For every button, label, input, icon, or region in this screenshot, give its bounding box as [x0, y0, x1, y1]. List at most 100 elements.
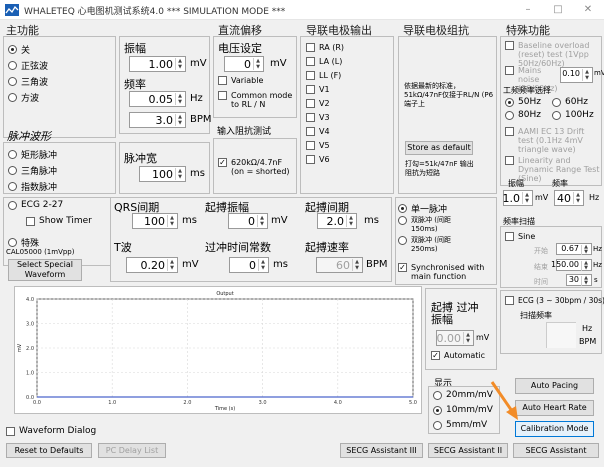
radio-double-250[interactable]: 双脉冲 (间距250ms): [398, 236, 463, 254]
sweep-start-label: 开始: [534, 247, 548, 255]
maximize-button[interactable]: □: [544, 2, 572, 18]
sweep-end-spin-icon[interactable]: ▲ ▼: [581, 261, 590, 271]
radio-ecg227[interactable]: ECG 2-27: [8, 200, 63, 210]
lead-v2-checkbox[interactable]: V2: [306, 99, 330, 108]
mains-noise-value: 0.10: [562, 69, 580, 78]
reset-defaults-button[interactable]: Reset to Defaults: [6, 443, 92, 458]
show-timer-checkbox[interactable]: Show Timer: [26, 217, 92, 226]
linearity-freq-spin-icon[interactable]: ▲ ▼: [573, 192, 582, 204]
t-wave-spin-icon[interactable]: ▲ ▼: [167, 259, 176, 271]
lead-v6-checkbox[interactable]: V6: [306, 155, 330, 164]
t-wave-stepper[interactable]: 0.20 ▲ ▼: [126, 257, 178, 273]
automatic-checkbox[interactable]: ✓ Automatic: [431, 351, 485, 360]
store-default-button[interactable]: Store as default: [405, 141, 473, 155]
lead-ll-checkbox[interactable]: LL (F): [306, 71, 341, 80]
radio-off[interactable]: 关: [8, 43, 30, 56]
impedance-checkbox[interactable]: ✓ 620kΩ/4.7nF (on = shorted): [218, 158, 294, 176]
amplitude-stepper[interactable]: 1.00 ▲ ▼: [129, 56, 186, 72]
linearity-freq-stepper[interactable]: 40 ▲ ▼: [554, 190, 584, 206]
pulse-width-spin-icon[interactable]: ▲ ▼: [175, 168, 184, 180]
common-mode-checkbox[interactable]: Common mode to RL / N: [218, 91, 296, 109]
radio-20mm[interactable]: 20mm/mV: [433, 390, 493, 400]
sweep-start-spin-icon[interactable]: ▲ ▼: [581, 245, 590, 255]
voltage-stepper[interactable]: 0 ▲ ▼: [224, 56, 264, 72]
radio-60hz[interactable]: 60Hz: [552, 97, 588, 107]
radio-square[interactable]: 方波: [8, 91, 39, 104]
sweep-sine-checkbox[interactable]: Sine: [505, 232, 535, 241]
synchronised-checkbox[interactable]: ✓ Synchronised with main function: [398, 263, 494, 281]
lead-la-checkbox[interactable]: LA (L): [306, 57, 342, 66]
qrs-spin-icon[interactable]: ▲ ▼: [167, 215, 176, 227]
radio-double-150[interactable]: 双脉冲 (间距150ms): [398, 216, 463, 234]
aami-checkbox[interactable]: AAMI EC 13 Drift test (0.1Hz 4mV triangl…: [505, 127, 600, 154]
calibration-mode-button[interactable]: Calibration Mode: [515, 421, 594, 437]
radio-exp-pulse[interactable]: 指数脉冲: [8, 180, 57, 193]
sweep-start-stepper[interactable]: 0.67 ▲ ▼: [556, 243, 592, 255]
secg-assistant-2-button[interactable]: SECG Assistant II: [428, 443, 508, 458]
amplitude-spin-icon[interactable]: ▲ ▼: [175, 58, 184, 70]
voltage-setting-label: 电压设定: [218, 42, 262, 55]
pc-delay-list-button[interactable]: PC Delay List: [98, 443, 166, 458]
radio-rect-pulse[interactable]: 矩形脉冲: [8, 148, 57, 161]
pace-rate-stepper[interactable]: 60 ▲ ▼: [316, 257, 363, 273]
baseline-box: [505, 41, 514, 50]
mains-noise-stepper[interactable]: 0.10 ▲ ▼: [560, 67, 593, 83]
radio-20mm-label: 20mm/mV: [446, 390, 493, 400]
minimize-button[interactable]: –: [514, 2, 542, 18]
lead-la-label: LA (L): [319, 57, 343, 66]
pace-interval-spin-icon[interactable]: ▲ ▼: [346, 215, 355, 227]
special-value-text: CAL05000 (1mVpp): [6, 248, 75, 256]
overshoot-spin-icon[interactable]: ▲ ▼: [463, 332, 472, 344]
overshoot-stepper[interactable]: 0.00 ▲ ▼: [436, 330, 474, 346]
voltage-spin-icon[interactable]: ▲ ▼: [253, 58, 262, 70]
bpm-spin-icon[interactable]: ▲ ▼: [175, 114, 184, 126]
radio-tri-pulse[interactable]: 三角脉冲: [8, 164, 57, 177]
qrs-value: 100: [144, 215, 165, 228]
pace-rate-spin-icon[interactable]: ▲ ▼: [352, 259, 361, 271]
pulse-width-stepper[interactable]: 100 ▲ ▼: [139, 166, 186, 182]
lead-v1-label: V1: [319, 85, 330, 94]
radio-triangle[interactable]: 三角波: [8, 75, 48, 88]
lead-v5-checkbox[interactable]: V5: [306, 141, 330, 150]
lead-v3-checkbox[interactable]: V3: [306, 113, 330, 122]
secg-assistant-3-button[interactable]: SECG Assistant III: [340, 443, 423, 458]
select-special-waveform-button[interactable]: Select Special Waveform: [8, 259, 82, 281]
sweep-end-stepper[interactable]: 150.00 ▲ ▼: [551, 259, 592, 271]
bpm-stepper[interactable]: 3.0 ▲ ▼: [129, 112, 186, 128]
secg-assistant-button[interactable]: SECG Assistant: [513, 443, 599, 458]
lead-v1-checkbox[interactable]: V1: [306, 85, 330, 94]
close-button[interactable]: ✕: [574, 2, 602, 18]
auto-pacing-button[interactable]: Auto Pacing: [515, 378, 594, 394]
radio-50hz[interactable]: 50Hz: [505, 97, 541, 107]
radio-square-dot: [8, 93, 17, 102]
sweep-time-stepper[interactable]: 30 ▲ ▼: [566, 274, 592, 286]
overshoot-time-spin-icon[interactable]: ▲ ▼: [258, 259, 267, 271]
radio-off-label: 关: [21, 46, 31, 56]
pace-interval-unit: ms: [364, 215, 379, 226]
linearity-amp-stepper[interactable]: 1.0 ▲ ▼: [503, 190, 533, 206]
waveform-dialog-checkbox[interactable]: Waveform Dialog: [6, 427, 96, 436]
radio-5mm[interactable]: 5mm/mV: [433, 420, 487, 430]
radio-80hz[interactable]: 80Hz: [505, 110, 541, 120]
linearity-amp-spin-icon[interactable]: ▲ ▼: [522, 192, 531, 204]
qrs-stepper[interactable]: 100 ▲ ▼: [132, 213, 178, 229]
radio-10mm[interactable]: 10mm/mV: [433, 405, 493, 415]
sweep-time-spin-icon[interactable]: ▲ ▼: [581, 276, 590, 286]
pace-amplitude-spin-icon[interactable]: ▲ ▼: [257, 215, 266, 227]
frequency-spin-icon[interactable]: ▲ ▼: [175, 93, 184, 105]
variable-checkbox[interactable]: Variable: [218, 76, 263, 85]
radio-100hz[interactable]: 100Hz: [552, 110, 594, 120]
baseline-checkbox[interactable]: Baseline overload (reset) test (1Vpp 50H…: [505, 41, 600, 68]
mains-noise-spin-icon[interactable]: ▲ ▼: [582, 69, 591, 81]
radio-sine[interactable]: 正弦波: [8, 59, 48, 72]
radio-single-pulse[interactable]: 单一脉冲: [398, 202, 447, 215]
pace-amplitude-stepper[interactable]: 0 ▲ ▼: [228, 213, 268, 229]
pace-amplitude-unit: mV: [271, 215, 288, 226]
auto-heart-rate-button[interactable]: Auto Heart Rate: [515, 400, 594, 416]
ecg-scan-checkbox[interactable]: ECG (3 ~ 30bpm / 30s): [505, 296, 604, 305]
frequency-stepper[interactable]: 0.05 ▲ ▼: [129, 91, 186, 107]
lead-v4-checkbox[interactable]: V4: [306, 127, 330, 136]
pace-interval-stepper[interactable]: 2.0 ▲ ▼: [317, 213, 357, 229]
lead-ra-checkbox[interactable]: RA (R): [306, 43, 344, 52]
overshoot-time-stepper[interactable]: 0 ▲ ▼: [229, 257, 269, 273]
